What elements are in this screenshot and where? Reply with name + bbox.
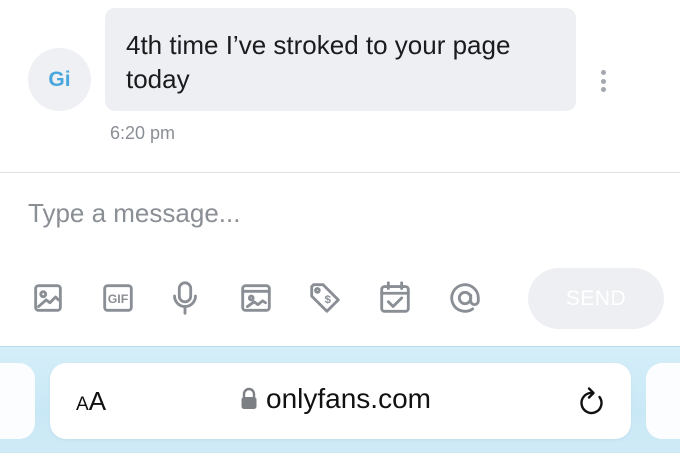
media-vault-icon[interactable] [234,276,278,320]
vertical-ellipsis-icon[interactable] [593,67,613,95]
next-tab[interactable] [646,363,680,439]
divider [0,172,680,173]
url-text: onlyfans.com [266,383,431,414]
text-size-big: A [88,386,107,416]
browser-toolbar: A A onlyfans.com [0,346,680,453]
gif-label: GIF [108,292,129,306]
lock-icon [241,387,257,409]
image-icon[interactable] [26,276,70,320]
reload-icon[interactable] [577,385,607,417]
message-timestamp: 6:20 pm [110,123,176,143]
previous-tab[interactable] [0,363,35,439]
avatar[interactable]: Gi [28,48,91,111]
schedule-calendar-icon[interactable] [373,276,417,320]
text-size-small: A [76,394,89,415]
send-button[interactable]: SEND [528,268,664,329]
avatar-initials: Gi [48,67,71,91]
address-bar[interactable]: A A onlyfans.com [50,363,631,439]
svg-text:$: $ [325,294,332,306]
message-text: 4th time I’ve stroked to your page today [126,30,511,94]
price-tag-icon[interactable]: $ [303,276,347,320]
message-bubble[interactable]: 4th time I’ve stroked to your page today [105,8,576,111]
microphone-icon[interactable] [163,276,207,320]
message-input[interactable] [28,193,648,233]
mention-at-icon[interactable] [443,276,487,320]
text-size-button[interactable]: A A [76,386,106,417]
gif-icon[interactable]: GIF [96,276,140,320]
